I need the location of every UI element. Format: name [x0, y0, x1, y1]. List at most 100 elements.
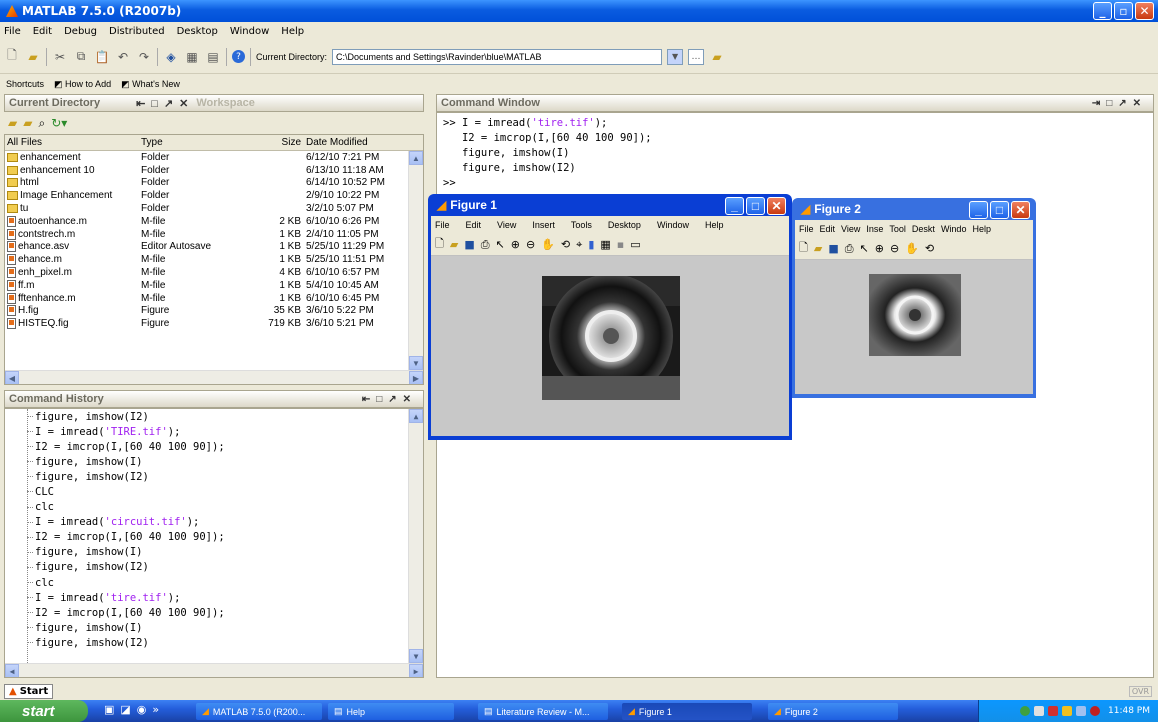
panel-controls-icon[interactable]: ⇤□↗✕: [136, 97, 194, 110]
clock[interactable]: 11:48 PM: [1108, 706, 1150, 716]
select-arrow-icon[interactable]: ↖: [496, 238, 505, 251]
print-icon[interactable]: ⎙: [481, 238, 490, 252]
zoom-out-icon[interactable]: ⊖: [890, 242, 899, 255]
open-file-icon[interactable]: ▰: [450, 238, 458, 251]
paste-icon[interactable]: 📋: [94, 49, 110, 65]
menu-file[interactable]: File: [4, 26, 21, 37]
zoom-in-icon[interactable]: ⊕: [875, 242, 884, 255]
figure-menu-item[interactable]: Edit: [820, 224, 836, 234]
minimize-button[interactable]: _: [969, 201, 988, 219]
current-directory-field[interactable]: C:\Documents and Settings\Ravinder\blue\…: [332, 48, 663, 65]
figure-menu-item[interactable]: Tool: [889, 224, 906, 234]
history-item[interactable]: figure, imshow(I2): [5, 469, 423, 484]
figure-menu-item[interactable]: Help: [705, 220, 724, 230]
pan-hand-icon[interactable]: ✋: [905, 242, 919, 255]
menu-help[interactable]: Help: [281, 26, 304, 37]
colorbar-icon[interactable]: ▮: [588, 238, 594, 251]
history-item[interactable]: I2 = imcrop(I,[60 40 100 90]);: [5, 439, 423, 454]
figure-1-window[interactable]: ◢ Figure 1 _ □ ✕ File Edit View Insert Tools…: [428, 194, 792, 440]
help-icon[interactable]: ?: [232, 50, 245, 63]
menu-edit[interactable]: Edit: [33, 26, 52, 37]
file-row[interactable]: ehance.m M-file 1 KB 5/25/10 11:51 PM: [5, 253, 423, 266]
dropdown-arrow-icon[interactable]: ▼: [667, 48, 684, 65]
new-figure-icon[interactable]: 🗋: [799, 239, 808, 258]
taskbar-literature-review[interactable]: ▤ Literature Review - M...: [478, 703, 608, 720]
scroll-right-icon[interactable]: ▶: [409, 664, 423, 677]
new-folder-icon[interactable]: ▰: [23, 116, 32, 132]
tray-antivirus-icon[interactable]: [1048, 706, 1058, 716]
taskbar-matlab[interactable]: ◢ MATLAB 7.5.0 (R200...: [196, 703, 322, 720]
close-button[interactable]: ✕: [1011, 201, 1030, 219]
new-figure-icon[interactable]: 🗋: [435, 235, 444, 254]
history-item[interactable]: I = imread('tire.tif');: [5, 590, 423, 605]
copy-icon[interactable]: ⧉: [73, 49, 89, 65]
scroll-up-icon[interactable]: ▲: [409, 409, 423, 423]
select-arrow-icon[interactable]: ↖: [860, 242, 869, 255]
figure-menu-item[interactable]: File: [799, 224, 814, 234]
open-file-icon[interactable]: ▰: [25, 49, 41, 65]
workspace-tab[interactable]: Workspace: [196, 97, 255, 109]
maximize-button[interactable]: □: [990, 201, 1009, 219]
new-file-icon[interactable]: 🗋: [4, 48, 20, 65]
browse-folder-button[interactable]: …: [688, 48, 705, 65]
column-all-files[interactable]: All Files: [5, 137, 141, 148]
whats-new-shortcut[interactable]: ◩ What's New: [121, 79, 180, 90]
column-size[interactable]: Size: [251, 137, 301, 148]
history-item[interactable]: figure, imshow(I2): [5, 560, 423, 575]
minimize-button[interactable]: _: [725, 197, 744, 215]
menu-distributed[interactable]: Distributed: [109, 26, 165, 37]
file-row[interactable]: autoenhance.m M-file 2 KB 6/10/10 6:26 PM: [5, 215, 423, 228]
taskbar-figure-1[interactable]: ◢ Figure 1: [622, 703, 752, 720]
windows-start-button[interactable]: start: [0, 700, 88, 722]
scroll-right-icon[interactable]: ▶: [409, 371, 423, 384]
history-item[interactable]: I = imread('circuit.tif');: [5, 515, 423, 530]
scroll-left-icon[interactable]: ◀: [5, 371, 19, 384]
up-folder-icon[interactable]: ▰: [709, 49, 725, 65]
redo-icon[interactable]: ↷: [136, 49, 152, 65]
history-item[interactable]: figure, imshow(I): [5, 620, 423, 635]
menu-window[interactable]: Window: [230, 26, 269, 37]
hide-plot-tools-icon[interactable]: ▪: [617, 238, 624, 251]
history-item[interactable]: I = imread('TIRE.tif');: [5, 424, 423, 439]
taskbar-figure-2[interactable]: ◢ Figure 2: [768, 703, 898, 720]
save-icon[interactable]: ■: [464, 238, 474, 251]
file-row[interactable]: enh_pixel.m M-file 4 KB 6/10/10 6:57 PM: [5, 266, 423, 279]
file-row[interactable]: H.fig Figure 35 KB 3/6/10 5:22 PM: [5, 305, 423, 318]
rotate-3d-icon[interactable]: ⟲: [925, 242, 934, 255]
guide-icon[interactable]: ▦: [184, 49, 200, 65]
profiler-icon[interactable]: ▤: [205, 49, 221, 65]
history-item[interactable]: I2 = imcrop(I,[60 40 100 90]);: [5, 530, 423, 545]
history-item[interactable]: clc: [5, 500, 423, 515]
history-item[interactable]: figure, imshow(I): [5, 545, 423, 560]
tray-app-icon[interactable]: [1076, 706, 1086, 716]
figure-menu-item[interactable]: Insert: [532, 220, 555, 230]
file-list-vscrollbar[interactable]: ▲ ▼: [408, 151, 423, 370]
tray-network-icon[interactable]: [1034, 706, 1044, 716]
file-row[interactable]: HISTEQ.fig Figure 719 KB 3/6/10 5:21 PM: [5, 317, 423, 330]
rotate-3d-icon[interactable]: ⟲: [561, 238, 570, 251]
matlab-start-button[interactable]: ▲ Start: [4, 683, 54, 699]
figure-menu-item[interactable]: File: [435, 220, 450, 230]
maximize-button[interactable]: □: [746, 197, 765, 215]
close-button[interactable]: ✕: [767, 197, 786, 215]
scroll-down-icon[interactable]: ▼: [409, 649, 423, 663]
figure-menu-item[interactable]: Windo: [941, 224, 967, 234]
history-item[interactable]: clc: [5, 575, 423, 590]
save-icon[interactable]: ■: [828, 242, 838, 255]
file-row[interactable]: fftenhance.m M-file 1 KB 6/10/10 6:45 PM: [5, 292, 423, 305]
figure-menu-item[interactable]: Window: [657, 220, 689, 230]
figure-menu-item[interactable]: Desktop: [608, 220, 641, 230]
file-row[interactable]: html Folder 6/14/10 10:52 PM: [5, 177, 423, 190]
file-row[interactable]: ff.m M-file 1 KB 5/4/10 10:45 AM: [5, 279, 423, 292]
scroll-down-icon[interactable]: ▼: [409, 356, 423, 370]
cut-icon[interactable]: ✂: [52, 49, 68, 65]
current-directory-title[interactable]: Current Directory: [9, 97, 100, 109]
maximize-button[interactable]: ▫: [1114, 2, 1133, 20]
history-item[interactable]: I2 = imcrop(I,[60 40 100 90]);: [5, 605, 423, 620]
minimize-button[interactable]: _: [1093, 2, 1112, 20]
how-to-add-shortcut[interactable]: ◩ How to Add: [54, 79, 111, 90]
history-item[interactable]: figure, imshow(I2): [5, 409, 423, 424]
actions-dropdown-icon[interactable]: ↻▾: [51, 116, 67, 132]
taskbar-help[interactable]: ▤ Help: [328, 703, 454, 720]
history-item[interactable]: CLC: [5, 484, 423, 499]
